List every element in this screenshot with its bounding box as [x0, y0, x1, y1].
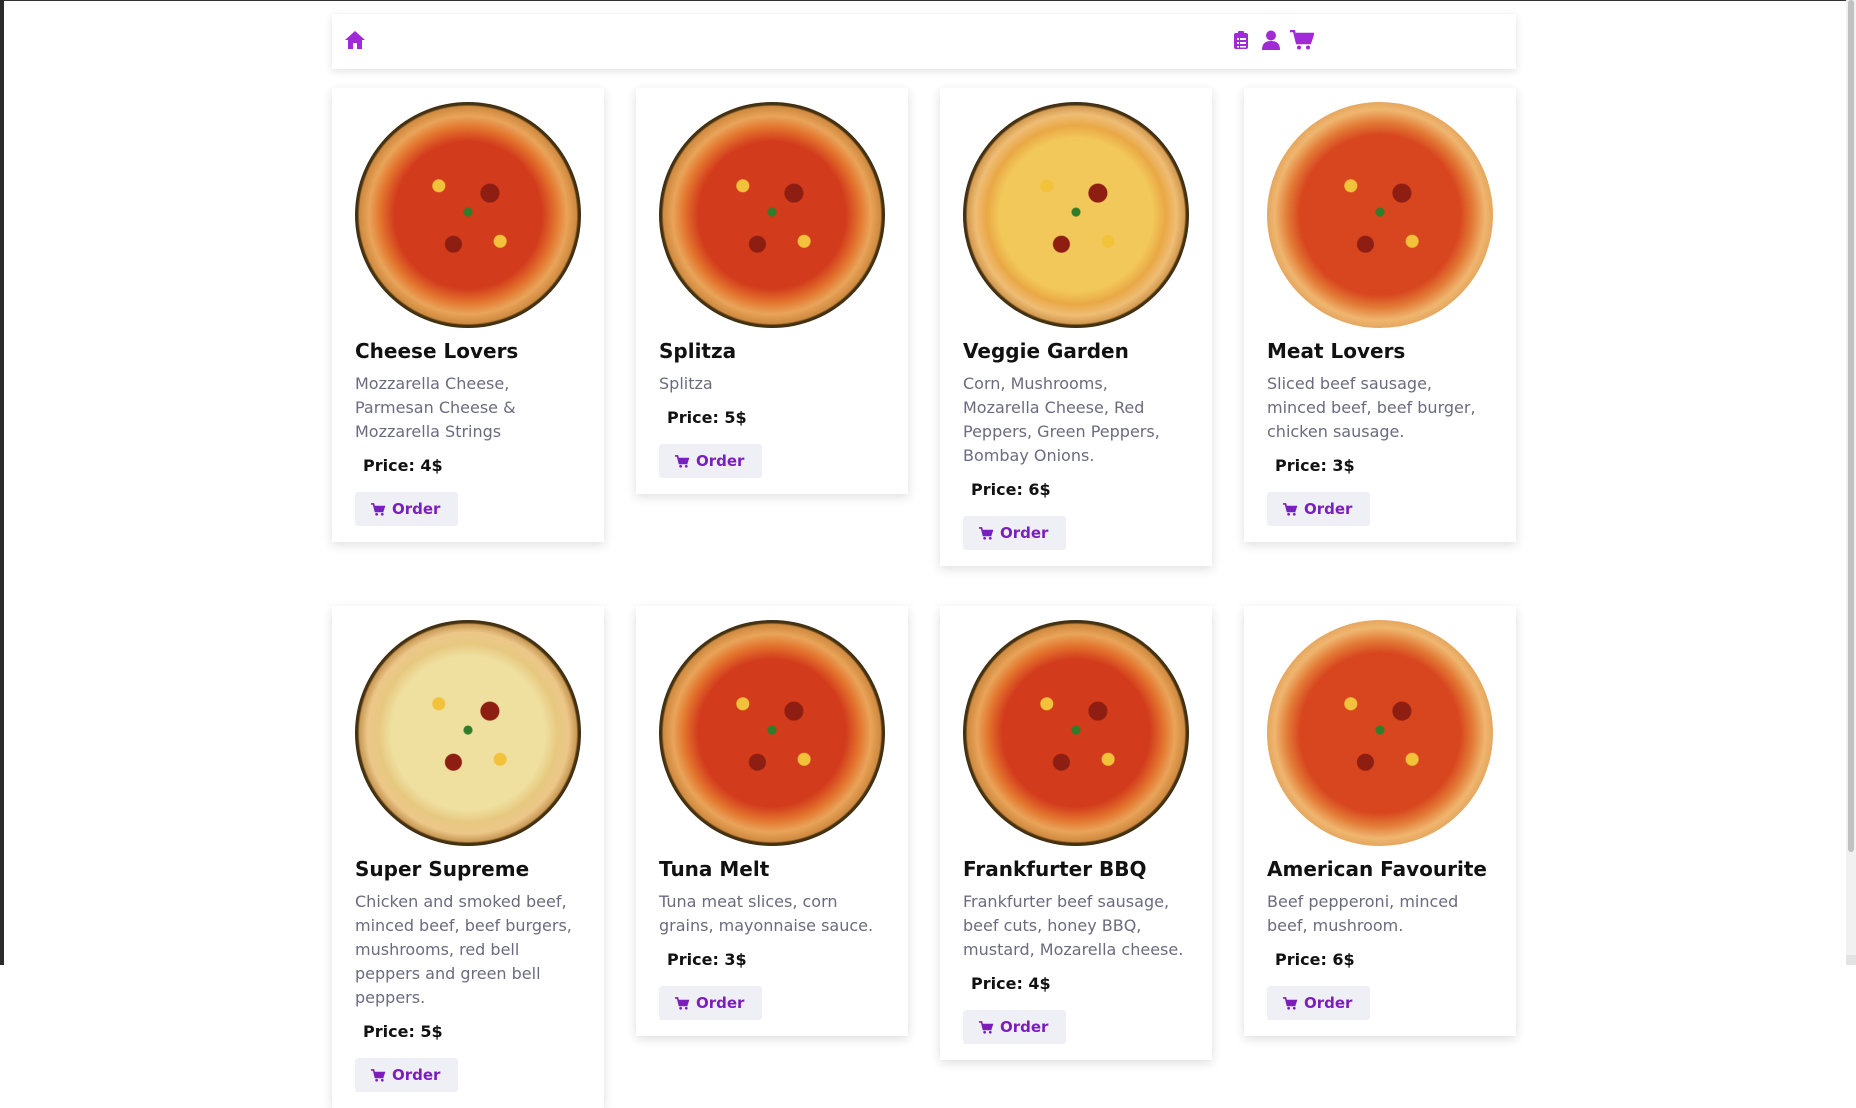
order-button[interactable]: Order: [1267, 986, 1371, 1020]
product-description: Tuna meat slices, corn grains, mayonnais…: [659, 892, 874, 935]
pizza-image: [659, 620, 885, 846]
product-price: Price: 4$: [971, 974, 1051, 993]
order-button[interactable]: Order: [1267, 492, 1371, 526]
product-card: Cheese Lovers Mozzarella Cheese, Parmesa…: [332, 88, 604, 542]
product-name: American Favourite: [1267, 857, 1487, 881]
user-icon[interactable]: [1261, 30, 1281, 50]
order-button[interactable]: Order: [963, 1010, 1067, 1044]
product-row: Super Supreme Chicken and smoked beef, m…: [332, 606, 1516, 1108]
product-card: Tuna Melt Tuna meat slices, corn grains,…: [636, 606, 908, 1036]
pizza-image: [963, 620, 1189, 846]
product-price: Price: 3$: [1275, 456, 1355, 475]
product-name: Splitza: [659, 339, 737, 363]
navbar: [332, 14, 1516, 69]
product-description: Sliced beef sausage, minced beef, beef b…: [1267, 374, 1476, 441]
order-button-label: Order: [392, 1066, 441, 1084]
pizza-image: [1267, 102, 1493, 328]
product-price: Price: 6$: [1275, 950, 1355, 969]
cart-icon: [1283, 996, 1298, 1010]
order-button[interactable]: Order: [355, 1058, 459, 1092]
home-icon[interactable]: [344, 30, 366, 50]
order-button[interactable]: Order: [355, 492, 459, 526]
product-price: Price: 5$: [363, 1022, 443, 1041]
window-top-border: [0, 0, 1856, 1]
window-left-border: [0, 0, 4, 965]
order-button-label: Order: [696, 452, 745, 470]
product-card: Splitza Splitza Price: 5$ Order: [636, 88, 908, 494]
product-description: Chicken and smoked beef, minced beef, be…: [355, 892, 572, 1007]
pizza-image: [1267, 620, 1493, 846]
pizza-image: [355, 620, 581, 846]
product-card: Meat Lovers Sliced beef sausage, minced …: [1244, 88, 1516, 542]
vertical-scrollbar[interactable]: [1846, 0, 1856, 965]
product-name: Tuna Melt: [659, 857, 770, 881]
product-description: Corn, Mushrooms, Mozarella Cheese, Red P…: [963, 374, 1160, 465]
clipboard-list-icon[interactable]: [1233, 30, 1249, 50]
product-card: Super Supreme Chicken and smoked beef, m…: [332, 606, 604, 1108]
product-name: Meat Lovers: [1267, 339, 1406, 363]
product-description: Frankfurter beef sausage, beef cuts, hon…: [963, 892, 1184, 959]
order-button-label: Order: [1304, 994, 1353, 1012]
product-row: Cheese Lovers Mozzarella Cheese, Parmesa…: [332, 88, 1516, 566]
product-card: American Favourite Beef pepperoni, mince…: [1244, 606, 1516, 1036]
cart-icon: [371, 1068, 386, 1082]
order-button-label: Order: [1000, 1018, 1049, 1036]
cart-icon: [675, 454, 690, 468]
shopping-cart-icon[interactable]: [1290, 30, 1314, 50]
product-card: Veggie Garden Corn, Mushrooms, Mozarella…: [940, 88, 1212, 566]
order-button[interactable]: Order: [659, 444, 763, 478]
order-button-label: Order: [392, 500, 441, 518]
scrollbar-corner: [1846, 955, 1856, 965]
product-price: Price: 3$: [667, 950, 747, 969]
cart-icon: [979, 1020, 994, 1034]
product-grid: Cheese Lovers Mozzarella Cheese, Parmesa…: [332, 88, 1516, 1108]
pizza-image: [659, 102, 885, 328]
product-name: Cheese Lovers: [355, 339, 519, 363]
product-card: Frankfurter BBQ Frankfurter beef sausage…: [940, 606, 1212, 1060]
order-button-label: Order: [1304, 500, 1353, 518]
product-name: Veggie Garden: [963, 339, 1129, 363]
product-name: Frankfurter BBQ: [963, 857, 1147, 881]
cart-icon: [675, 996, 690, 1010]
product-price: Price: 6$: [971, 480, 1051, 499]
cart-icon: [1283, 502, 1298, 516]
pizza-image: [963, 102, 1189, 328]
product-description: Splitza: [659, 374, 713, 393]
cart-icon: [979, 526, 994, 540]
product-description: Beef pepperoni, minced beef, mushroom.: [1267, 892, 1459, 935]
order-button[interactable]: Order: [659, 986, 763, 1020]
pizza-image: [355, 102, 581, 328]
product-name: Super Supreme: [355, 857, 530, 881]
product-description: Mozzarella Cheese, Parmesan Cheese & Moz…: [355, 374, 516, 441]
product-price: Price: 5$: [667, 408, 747, 427]
product-price: Price: 4$: [363, 456, 443, 475]
scrollbar-thumb[interactable]: [1848, 0, 1854, 852]
order-button-label: Order: [696, 994, 745, 1012]
order-button-label: Order: [1000, 524, 1049, 542]
order-button[interactable]: Order: [963, 516, 1067, 550]
cart-icon: [371, 502, 386, 516]
